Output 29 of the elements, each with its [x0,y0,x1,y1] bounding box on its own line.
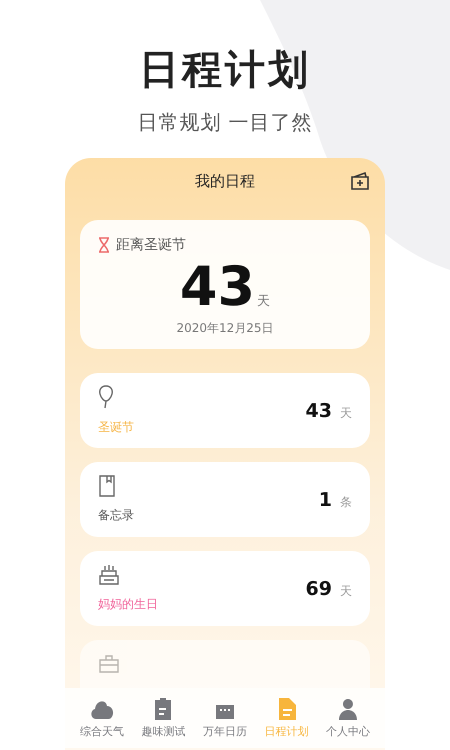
event-name: 圣诞节 [98,419,134,436]
countdown-unit: 天 [257,293,270,310]
book-icon [98,475,116,497]
countdown-value: 43 [180,256,256,318]
countdown-label: 距离圣诞节 [116,236,186,254]
balloon-icon [98,385,114,409]
hourglass-icon [98,237,110,253]
cake-icon [98,564,120,586]
event-value: 1 [318,488,332,510]
event-unit: 天 [340,404,352,422]
tab[interactable]: 个人中心 [326,697,370,739]
event-name: 妈妈的生日 [98,596,158,613]
tab[interactable]: 万年日历 [202,697,247,739]
tab[interactable]: 趣味测试 [141,697,186,739]
countdown-date: 2020年12月25日 [175,320,275,337]
event-unit: 条 [340,494,352,510]
screen-title: 我的日程 [195,172,255,190]
add-icon[interactable] [350,171,370,191]
headline: 日程计划 [139,46,311,95]
tab[interactable]: 综合天气 [80,697,124,739]
event-unit: 天 [340,582,352,600]
subtitle: 日常规划 一目了然 [137,109,313,136]
event-name: 备忘录 [98,507,134,524]
event-card[interactable]: 圣诞节 43 天 [80,373,370,448]
briefcase-icon [98,654,120,674]
event-card[interactable]: 妈妈的生日 69 天 [80,551,370,626]
event-value: 43 [306,400,332,422]
event-value: 69 [306,578,332,600]
event-card[interactable]: 备忘录 1 条 [80,462,370,537]
